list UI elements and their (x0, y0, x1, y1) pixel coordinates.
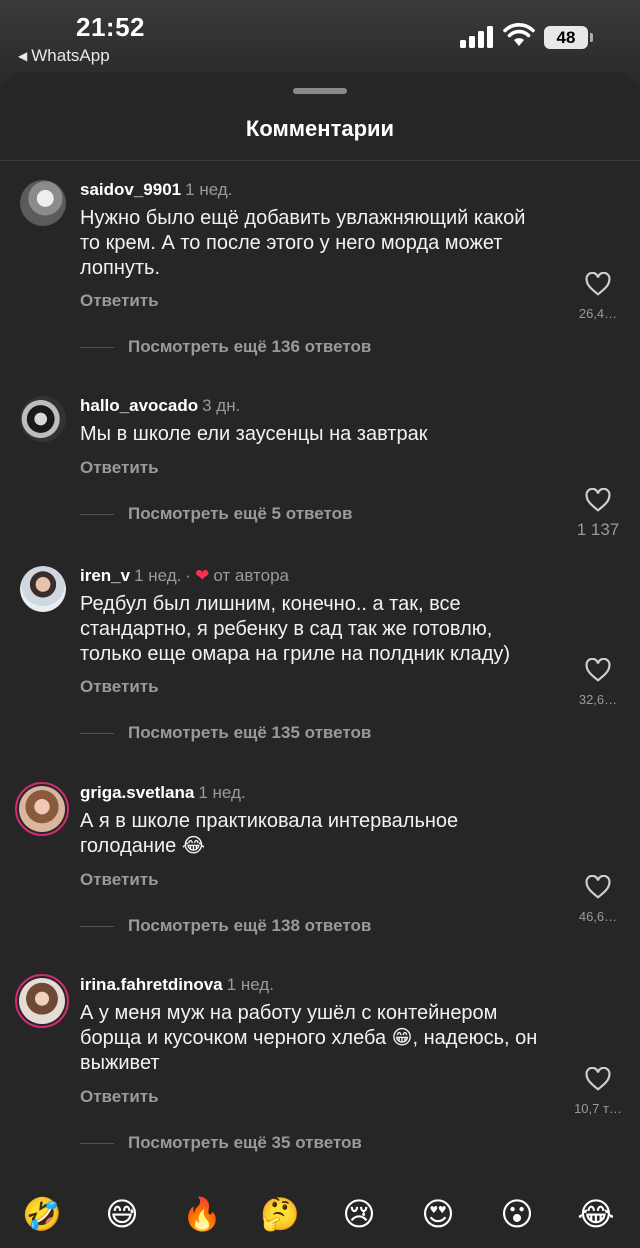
sheet-title: Комментарии (245, 116, 395, 141)
view-more-replies-label: Посмотреть ещё 136 ответов (128, 337, 372, 356)
back-app-label: WhatsApp (31, 46, 110, 65)
heart-outline-icon (585, 658, 611, 682)
emoji-reaction-bar: 🤣 😅 🔥 🤔 😢 😍 😮 😂 (0, 1180, 640, 1248)
comment-time: 1 нед. (185, 180, 233, 199)
back-to-app-link[interactable]: ◀ WhatsApp (18, 46, 110, 66)
comment-time: 1 нед. (198, 783, 246, 802)
comment-time: 1 нед. (226, 975, 274, 994)
like-count: 46,6… (578, 909, 618, 924)
comment-username[interactable]: griga.svetlana (80, 783, 194, 802)
heart-outline-icon (585, 272, 611, 296)
like-count: 32,6… (578, 692, 618, 707)
status-time: 21:52 (76, 12, 145, 42)
cellular-signal-icon (460, 26, 494, 48)
reply-button[interactable]: Ответить (80, 1087, 159, 1107)
wifi-icon (503, 23, 535, 46)
view-more-replies[interactable]: Посмотреть ещё 135 ответов (80, 723, 371, 743)
surprised-emoji-icon[interactable]: 😮 (497, 1194, 537, 1234)
heart-outline-icon (585, 875, 611, 899)
avatar-with-story-ring[interactable] (15, 782, 69, 836)
reply-button[interactable]: Ответить (80, 458, 159, 478)
battery-icon: 48 (544, 26, 588, 49)
comment-text: Редбул был лишним, конечно.. а так, все … (80, 593, 511, 665)
like-button[interactable]: 10,7 т… (572, 1067, 624, 1116)
view-more-replies[interactable]: Посмотреть ещё 35 ответов (80, 1133, 362, 1153)
heart-filled-icon: ❤ (195, 566, 210, 585)
reply-button[interactable]: Ответить (80, 677, 159, 697)
view-more-replies-label: Посмотреть ещё 138 ответов (128, 916, 372, 935)
rofl-emoji-icon[interactable]: 🤣 (22, 1194, 62, 1234)
avatar[interactable] (20, 566, 66, 612)
header-divider (0, 160, 640, 161)
fire-emoji-icon[interactable]: 🔥 (182, 1194, 222, 1234)
reply-button[interactable]: Ответить (80, 870, 159, 890)
like-button[interactable]: 26,4… (576, 272, 620, 321)
reply-button[interactable]: Ответить (80, 291, 159, 311)
heart-eyes-emoji-icon[interactable]: 😍 (418, 1194, 458, 1234)
joy-emoji-icon[interactable]: 😂 (576, 1194, 616, 1234)
like-count: 1 137 (576, 520, 620, 539)
comment-text: Мы в школе ели заусенцы на завтрак (80, 423, 428, 445)
like-count: 26,4… (578, 306, 618, 321)
comment-username[interactable]: saidov_9901 (80, 180, 181, 199)
comment-username[interactable]: iren_v (80, 566, 130, 585)
comment-text: А я в школе практиковала интервальное го… (80, 810, 459, 857)
sheet-grabber[interactable] (293, 88, 347, 94)
avatar[interactable] (20, 180, 66, 226)
like-button[interactable]: 32,6… (576, 658, 620, 707)
view-more-replies-label: Посмотреть ещё 135 ответов (128, 723, 372, 742)
view-more-replies[interactable]: Посмотреть ещё 136 ответов (80, 337, 371, 357)
author-badge: от автора (213, 566, 289, 585)
comment-username[interactable]: irina.fahretdinova (80, 975, 223, 994)
view-more-replies[interactable]: Посмотреть ещё 138 ответов (80, 916, 371, 936)
heart-outline-icon (585, 488, 611, 512)
separator-dot: · (185, 566, 192, 585)
like-button[interactable]: 46,6… (576, 875, 620, 924)
comment-text: Нужно было ещё добавить увлажняющий како… (80, 207, 526, 279)
heart-outline-icon (585, 1067, 611, 1091)
comment-time: 3 дн. (202, 396, 241, 415)
avatar-with-story-ring[interactable] (15, 974, 69, 1028)
view-more-replies-label: Посмотреть ещё 5 ответов (128, 504, 353, 523)
like-button[interactable]: 1 137 (574, 488, 622, 540)
sweat-smile-emoji-icon[interactable]: 😅 (102, 1194, 142, 1234)
back-triangle-icon: ◀ (18, 49, 28, 63)
view-more-replies-label: Посмотреть ещё 35 ответов (128, 1133, 362, 1152)
status-bar: 21:52 ◀ WhatsApp 48 (0, 0, 640, 70)
crying-emoji-icon[interactable]: 😢 (339, 1194, 379, 1234)
comment-username[interactable]: hallo_avocado (80, 396, 198, 415)
comments-sheet: Комментарии saidov_9901 1 нед. Нужно было… (0, 72, 640, 1248)
battery-tip (590, 33, 593, 42)
comment-time: 1 нед. (134, 566, 182, 585)
like-count: 10,7 т… (574, 1101, 622, 1116)
view-more-replies[interactable]: Посмотреть ещё 5 ответов (80, 504, 352, 524)
avatar[interactable] (20, 396, 66, 442)
thinking-emoji-icon[interactable]: 🤔 (260, 1194, 300, 1234)
comment-text: А у меня муж на работу ушёл с контейнеро… (80, 1002, 538, 1074)
